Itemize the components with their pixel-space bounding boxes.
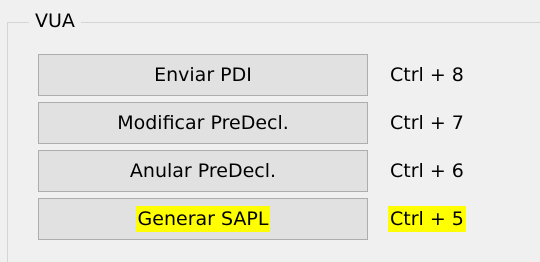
enviar-pdi-button[interactable]: Enviar PDI [38, 54, 368, 96]
anular-predecl-button[interactable]: Anular PreDecl. [38, 150, 368, 192]
enviar-pdi-shortcut: Ctrl + 8 [390, 64, 464, 86]
modificar-predecl-shortcut: Ctrl + 7 [390, 112, 464, 134]
button-label: Anular PreDecl. [129, 160, 277, 182]
button-label: Enviar PDI [154, 64, 252, 86]
modificar-predecl-button[interactable]: Modificar PreDecl. [38, 102, 368, 144]
button-label: Generar SAPL [135, 206, 271, 232]
generar-sapl-button[interactable]: Generar SAPL [38, 198, 368, 240]
button-label: Modificar PreDecl. [117, 112, 289, 134]
anular-predecl-shortcut: Ctrl + 6 [390, 160, 464, 182]
generar-sapl-shortcut: Ctrl + 5 [388, 206, 466, 232]
groupbox-title: VUA [29, 9, 81, 33]
